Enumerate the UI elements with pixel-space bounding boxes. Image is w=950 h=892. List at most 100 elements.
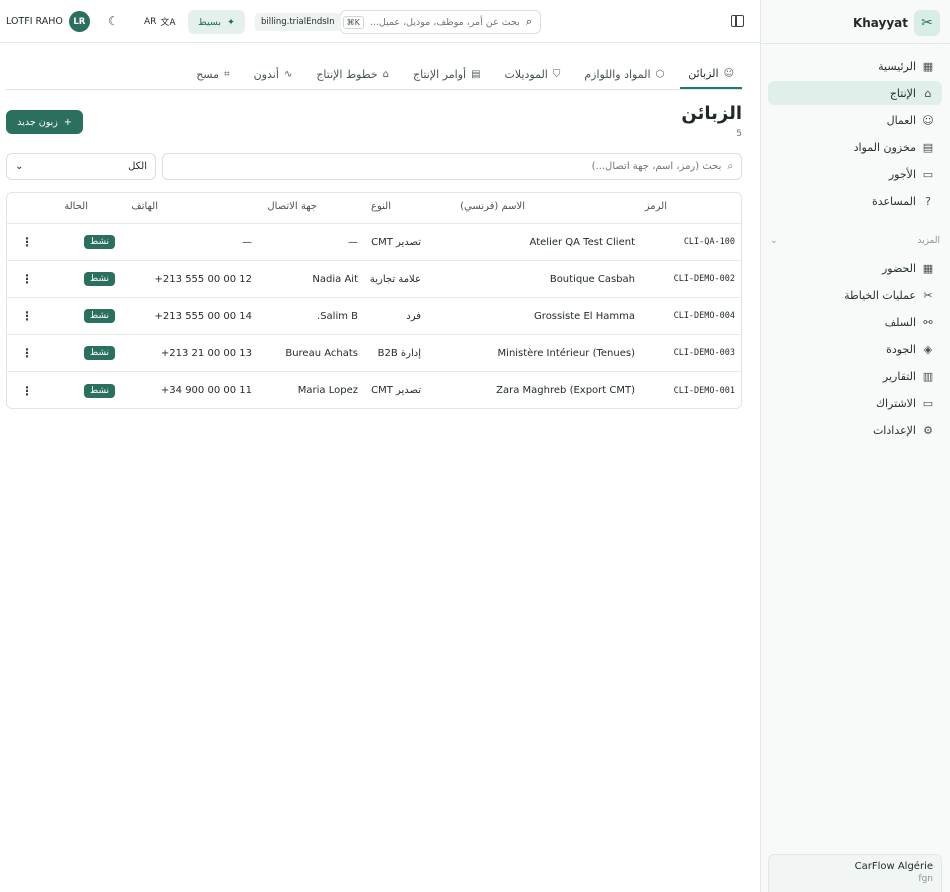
- global-search[interactable]: ⌕ بحث عن أمر، موظف، موديل، عميل... K⌘: [340, 10, 541, 34]
- sidebar-item-help[interactable]: ? المساعدة: [768, 189, 942, 213]
- row-menu-icon[interactable]: ⋮: [21, 372, 33, 408]
- status-badge: نشط: [83, 372, 115, 408]
- cell-name: Ministère Intérieur (Tenues): [497, 347, 635, 359]
- tab-scan[interactable]: ⌗ مسح: [188, 60, 237, 89]
- cell-type: تصدير CMT: [371, 236, 421, 248]
- sidebar-item-production[interactable]: ⌂ الإنتاج: [768, 81, 942, 105]
- col-contact[interactable]: جهة الاتصال: [267, 193, 317, 221]
- cell-name: Zara Maghreb (Export CMT): [496, 385, 635, 396]
- help-icon: ?: [925, 194, 931, 208]
- status-label: نشط: [83, 346, 115, 360]
- tab-andon[interactable]: ∿ أندون: [246, 60, 301, 89]
- new-client-button[interactable]: + زبون جديد: [6, 110, 83, 134]
- cell-type: إدارة B2B: [377, 347, 421, 359]
- factory-icon: ⌂: [924, 86, 932, 100]
- language-label: AR: [144, 16, 157, 27]
- sidebar-item-label: الاشتراك: [875, 396, 916, 410]
- org-name: CarFlow Algérie: [854, 861, 933, 872]
- sidebar-item-home[interactable]: ▦ الرئيسية: [768, 54, 942, 78]
- sidebar-item-stock[interactable]: ▤ مخزون المواد: [768, 135, 942, 159]
- org-sub: fgn: [918, 874, 933, 884]
- cell-phone: +213 555 00 00 12: [154, 273, 252, 285]
- sidebar-item-label: السلف: [884, 315, 916, 329]
- row-menu-icon[interactable]: ⋮: [21, 335, 33, 371]
- sidebar-item-reports[interactable]: ▥ التقارير: [768, 364, 942, 388]
- col-type[interactable]: النوع: [371, 193, 391, 221]
- sidebar-item-label: الإنتاج: [889, 86, 916, 100]
- tab-label: المواد واللوازم: [584, 68, 651, 81]
- sidebar-item-label: مخزون المواد: [853, 140, 916, 154]
- pulse-icon: ∿: [283, 69, 293, 80]
- cell-code: CLI-DEMO-001: [673, 385, 735, 396]
- cell-contact: Bureau Achats: [285, 347, 358, 359]
- status-filter-select[interactable]: ⌄ الكل: [6, 153, 156, 180]
- brand[interactable]: ✂ Khayyat: [853, 10, 940, 36]
- sidebar-item-label: الجودة: [886, 342, 916, 356]
- factory-icon: ⌂: [382, 69, 390, 80]
- tab-materials[interactable]: ⬡ المواد واللوازم: [576, 60, 672, 89]
- shortcut-hint: K⌘: [342, 15, 364, 29]
- sidebar-item-advances[interactable]: ⚯ السلف: [768, 310, 942, 334]
- cell-contact: Maria Lopez: [297, 385, 358, 396]
- plan-badge[interactable]: ✦ بسيط: [188, 10, 245, 34]
- sidebar-item-workers[interactable]: ☺ العمال: [768, 108, 942, 132]
- tab-production-lines[interactable]: ⌂ خطوط الإنتاج: [308, 60, 397, 89]
- record-count: 5: [736, 129, 742, 139]
- org-switcher[interactable]: CarFlow Algérie fgn: [768, 854, 942, 892]
- col-status[interactable]: الحالة: [64, 193, 88, 221]
- page-title: الزبائن: [681, 103, 742, 124]
- tab-clients[interactable]: ☺ الزبائن: [680, 60, 742, 89]
- sidebar-item-payroll[interactable]: ▭ الأجور: [768, 162, 942, 186]
- row-menu-icon[interactable]: ⋮: [21, 224, 33, 260]
- more-label: المزيد: [917, 236, 940, 246]
- topbar: ⌕ بحث عن أمر، موظف، موديل، عميل... K⌘ bi…: [0, 0, 760, 43]
- plan-label: بسيط: [198, 16, 222, 28]
- sidebar-item-label: العمال: [886, 113, 916, 127]
- table-row[interactable]: CLI-DEMO-001 Zara Maghreb (Export CMT) ت…: [7, 372, 741, 408]
- sidebar-item-settings[interactable]: ⚙ الإعدادات: [768, 418, 942, 442]
- billing-badge[interactable]: billing.trialEndsIn: [255, 13, 341, 31]
- cell-phone: +213 555 00 00 14: [154, 310, 252, 322]
- cell-type: تصدير CMT: [371, 385, 421, 396]
- search-placeholder: بحث (رمز، اسم، جهة اتصال...): [591, 161, 722, 172]
- sidebar-toggle-icon[interactable]: [731, 15, 744, 27]
- table-row[interactable]: CLI-DEMO-002 Boutique Casbah علامة تجاري…: [7, 261, 741, 298]
- sidebar-item-subscription[interactable]: ▭ الاشتراك: [768, 391, 942, 415]
- table-header: الرمز الاسم (فرنسي) النوع جهة الاتصال ال…: [7, 193, 741, 224]
- col-phone[interactable]: الهاتف: [131, 193, 158, 221]
- tab-label: مسح: [196, 68, 219, 81]
- cell-code: CLI-DEMO-002: [673, 274, 735, 284]
- client-search-input[interactable]: ⌕ بحث (رمز، اسم، جهة اتصال...): [162, 153, 742, 180]
- more-toggle[interactable]: المزيد ⌄: [770, 236, 940, 246]
- users-icon: ☺: [922, 113, 934, 127]
- tab-production-orders[interactable]: ▤ أوامر الإنتاج: [405, 60, 489, 89]
- cell-contact: Salim B.: [317, 310, 358, 322]
- table-row[interactable]: CLI-DEMO-003 Ministère Intérieur (Tenues…: [7, 335, 741, 372]
- sidebar-item-sewing-ops[interactable]: ✂ عمليات الخياطة: [768, 283, 942, 307]
- search-placeholder: بحث عن أمر، موظف، موديل، عميل...: [369, 16, 520, 28]
- status-badge: نشط: [83, 298, 115, 334]
- app: ✂ Khayyat ▦ الرئيسية ⌂ الإنتاج ☺ العمال ▤ مخ…: [0, 0, 950, 892]
- new-client-label: زبون جديد: [17, 116, 58, 128]
- moon-icon[interactable]: ☾: [108, 15, 120, 27]
- cell-code: CLI-DEMO-003: [673, 348, 735, 358]
- table-row[interactable]: CLI-QA-100 Atelier QA Test Client تصدير …: [7, 224, 741, 261]
- chevron-down-icon: ⌄: [770, 236, 778, 246]
- sidebar-item-quality[interactable]: ◈ الجودة: [768, 337, 942, 361]
- shield-icon: ◈: [923, 342, 933, 356]
- row-menu-icon[interactable]: ⋮: [21, 298, 33, 334]
- card-icon: ▭: [922, 396, 934, 410]
- tab-models[interactable]: ⛉ الموديلات: [497, 60, 569, 89]
- language-switcher[interactable]: AR 文A: [144, 15, 176, 29]
- sidebar-nav: ▦ الرئيسية ⌂ الإنتاج ☺ العمال ▤ مخزون المواد…: [768, 54, 942, 216]
- row-menu-icon[interactable]: ⋮: [21, 261, 33, 297]
- col-code[interactable]: الرمز: [645, 193, 667, 221]
- sidebar-item-label: الأجور: [888, 167, 916, 181]
- table-row[interactable]: CLI-DEMO-004 Grossiste El Hamma فرد Sali…: [7, 298, 741, 335]
- box-icon: ⬡: [655, 69, 665, 80]
- sidebar-item-attendance[interactable]: ▦ الحضور: [768, 256, 942, 280]
- user-menu[interactable]: LOTFI RAHO LR: [6, 11, 90, 32]
- cell-phone: —: [242, 236, 252, 248]
- col-name[interactable]: الاسم (فرنسي): [460, 193, 525, 221]
- cell-name: Grossiste El Hamma: [534, 310, 635, 322]
